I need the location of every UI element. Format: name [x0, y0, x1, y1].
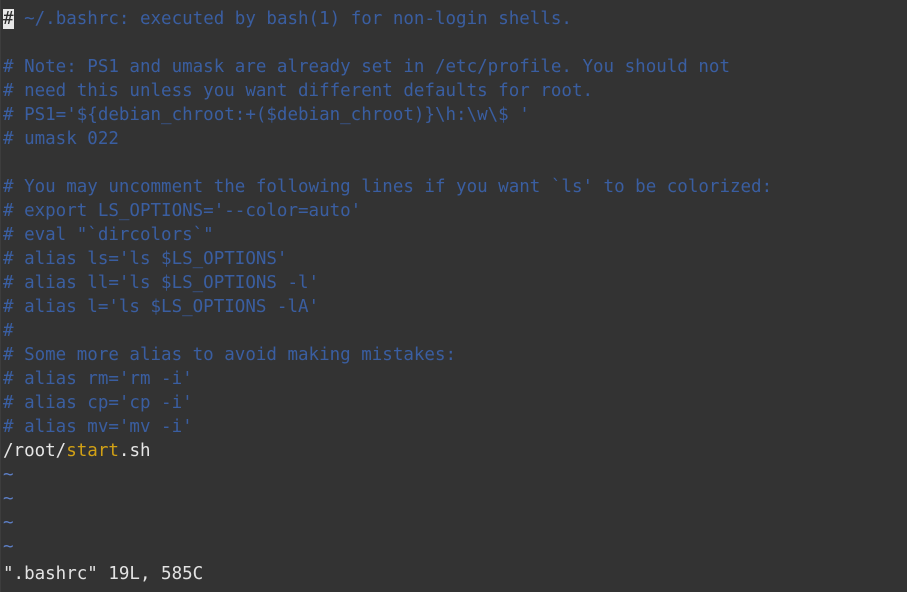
buffer-filler-tilde-2: ~: [3, 489, 14, 509]
editor-line-8[interactable]: # You may uncomment the following lines …: [0, 175, 907, 199]
editor-line-11[interactable]: # alias ls='ls $LS_OPTIONS': [0, 247, 907, 271]
editor-line-15[interactable]: # Some more alias to avoid making mistak…: [0, 343, 907, 367]
editor-line-12[interactable]: # alias ll='ls $LS_OPTIONS -l': [0, 271, 907, 295]
vim-cursor-block[interactable]: #: [3, 9, 14, 29]
editor-line-17[interactable]: # alias cp='cp -i': [0, 391, 907, 415]
buffer-filler-tilde-3: ~: [3, 513, 14, 533]
editor-line-18[interactable]: # alias mv='mv -i': [0, 415, 907, 439]
editor-line-9[interactable]: # export LS_OPTIONS='--color=auto': [0, 199, 907, 223]
buffer-filler-tilde-4: ~: [3, 537, 14, 557]
editor-line-1[interactable]: # ~/.bashrc: executed by bash(1) for non…: [0, 7, 907, 31]
vim-status-line: ".bashrc" 19L, 585C: [3, 564, 204, 584]
script-path-prefix: /root/: [3, 441, 67, 461]
editor-line-19[interactable]: /root/start.sh: [0, 439, 907, 463]
editor-line-10[interactable]: # eval "`dircolors`": [0, 223, 907, 247]
editor-line-7[interactable]: [0, 151, 907, 175]
vim-terminal-window[interactable]: # ~/.bashrc: executed by bash(1) for non…: [0, 0, 907, 592]
vim-text-buffer[interactable]: # ~/.bashrc: executed by bash(1) for non…: [0, 7, 907, 559]
editor-line-14[interactable]: #: [0, 319, 907, 343]
editor-line-6[interactable]: # umask 022: [0, 127, 907, 151]
editor-line-2[interactable]: [0, 31, 907, 55]
editor-line-3[interactable]: # Note: PS1 and umask are already set in…: [0, 55, 907, 79]
editor-line-5[interactable]: # PS1='${debian_chroot:+($debian_chroot)…: [0, 103, 907, 127]
script-path-highlight: start: [66, 441, 119, 461]
editor-line-4[interactable]: # need this unless you want different de…: [0, 79, 907, 103]
script-path-suffix: .sh: [118, 441, 151, 461]
editor-line-13[interactable]: # alias l='ls $LS_OPTIONS -lA': [0, 295, 907, 319]
buffer-filler-tilde-1: ~: [3, 465, 14, 485]
editor-line-1-text: ~/.bashrc: executed by bash(1) for non-l…: [13, 9, 572, 29]
editor-line-16[interactable]: # alias rm='rm -i': [0, 367, 907, 391]
